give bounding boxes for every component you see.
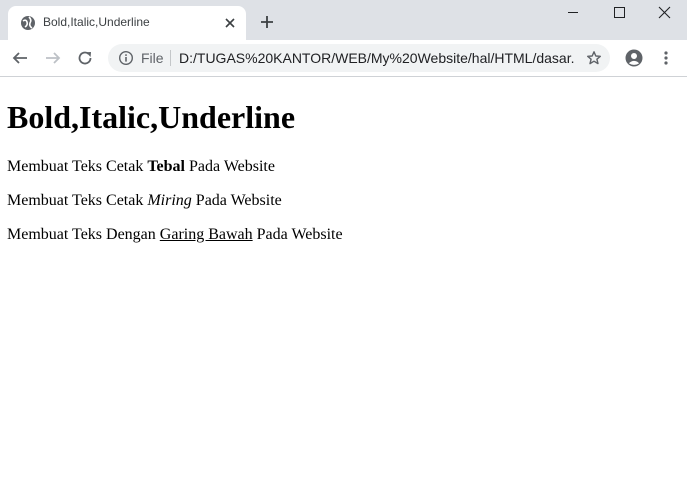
line-text: Membuat Teks Cetak <box>7 192 148 209</box>
info-icon[interactable] <box>118 50 134 66</box>
forward-arrow-icon[interactable] <box>45 50 61 66</box>
account-icon[interactable] <box>625 49 643 67</box>
omnibox-divider <box>170 50 171 66</box>
bold-word: Tebal <box>147 158 185 175</box>
line-text: Membuat Teks Cetak <box>7 158 148 175</box>
underline-line: Membuat Teks Dengan Garing Bawah Pada We… <box>7 226 343 244</box>
tab-strip: Bold,Italic,Underline <box>0 0 687 40</box>
close-window-icon[interactable] <box>641 0 687 30</box>
line-text: Pada Website <box>185 158 275 175</box>
bold-line: Membuat Teks Cetak Tebal Pada Website <box>7 158 275 176</box>
italic-line: Membuat Teks Cetak Miring Pada Website <box>7 192 282 210</box>
line-text: Membuat Teks Dengan <box>7 226 160 243</box>
tab-title: Bold,Italic,Underline <box>43 15 150 29</box>
minimize-icon[interactable] <box>550 0 596 30</box>
url-text[interactable]: D:/TUGAS%20KANTOR/WEB/My%20Website/hal/H… <box>179 50 574 66</box>
maximize-icon[interactable] <box>596 0 642 30</box>
line-text: Pada Website <box>191 192 282 209</box>
tab-close-icon[interactable] <box>222 15 238 31</box>
reload-icon[interactable] <box>77 50 93 66</box>
italic-word: Miring <box>147 192 192 209</box>
star-icon[interactable] <box>586 50 602 66</box>
underlined-words: Garing Bawah <box>159 226 253 243</box>
globe-icon <box>21 16 35 30</box>
scheme-label: File <box>141 50 164 66</box>
back-arrow-icon[interactable] <box>12 50 28 66</box>
address-bar[interactable]: File D:/TUGAS%20KANTOR/WEB/My%20Website/… <box>108 44 610 72</box>
page-heading: Bold,Italic,Underline <box>7 99 296 135</box>
browser-toolbar: File D:/TUGAS%20KANTOR/WEB/My%20Website/… <box>0 40 687 77</box>
menu-icon[interactable] <box>658 50 674 66</box>
page-content: Bold,Italic,Underline Membuat Teks Cetak… <box>0 77 687 485</box>
new-tab-icon[interactable] <box>259 14 275 30</box>
active-tab[interactable]: Bold,Italic,Underline <box>8 6 246 40</box>
line-text: Pada Website <box>252 226 343 243</box>
